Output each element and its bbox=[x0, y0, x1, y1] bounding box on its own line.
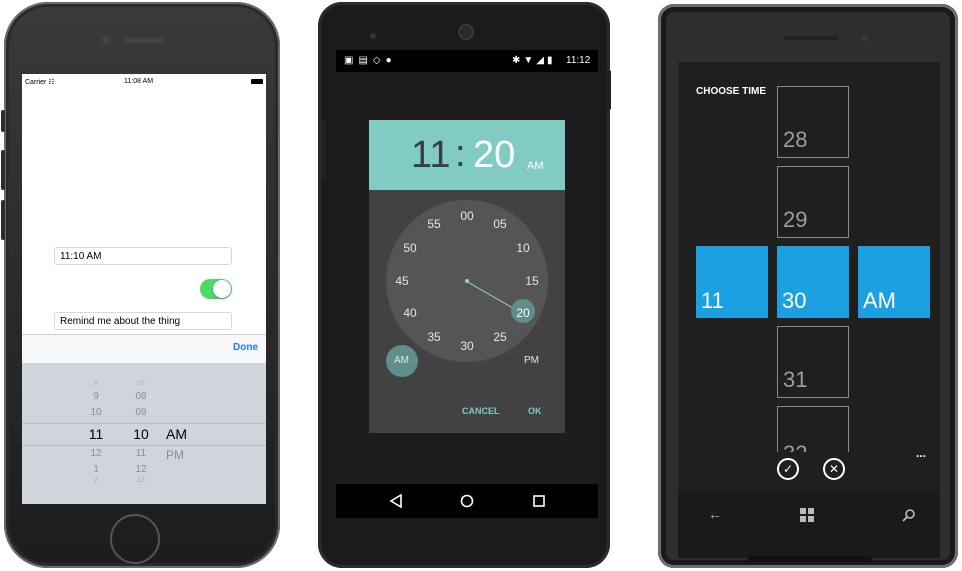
picker-minute[interactable]: 13 bbox=[126, 477, 156, 484]
dial-number[interactable]: 50 bbox=[399, 241, 421, 255]
picker-minute[interactable]: 07 bbox=[126, 380, 156, 387]
dial-number[interactable]: 25 bbox=[489, 330, 511, 344]
iphone-home-button[interactable] bbox=[110, 514, 160, 564]
dial-number[interactable]: 45 bbox=[391, 274, 413, 288]
ios-status-time: 11:08 AM bbox=[124, 78, 154, 85]
ios-screen: Carrier ☷ 11:08 AM 11:10 AM Remind me ab… bbox=[22, 74, 266, 504]
ios-carrier: Carrier ☷ bbox=[25, 79, 55, 86]
dial-number[interactable]: 10 bbox=[512, 241, 534, 255]
windows-logo-icon[interactable] bbox=[800, 508, 814, 522]
dial-number[interactable]: 55 bbox=[423, 217, 445, 231]
picker-minute[interactable]: 09 bbox=[126, 407, 156, 418]
cancel-icon[interactable]: ✕ bbox=[823, 458, 845, 480]
picker-hour[interactable]: 2 bbox=[81, 477, 111, 484]
android-status-time: 11:12 bbox=[566, 55, 591, 66]
period-cell-selected[interactable]: AM bbox=[858, 246, 930, 318]
iphone-camera bbox=[102, 36, 110, 44]
picker-period[interactable]: PM bbox=[166, 448, 196, 462]
home-icon[interactable] bbox=[460, 494, 474, 508]
toggle-knob bbox=[213, 280, 231, 298]
more-button[interactable]: ... bbox=[916, 446, 926, 460]
android-power-button bbox=[607, 70, 611, 110]
battery-icon bbox=[251, 79, 263, 84]
wp-bottom-bezel bbox=[748, 556, 872, 562]
wp-speaker bbox=[784, 36, 838, 40]
android-nav-bar bbox=[336, 484, 598, 518]
picker-period-selected[interactable]: AM bbox=[166, 426, 196, 442]
back-arrow-icon[interactable]: ← bbox=[708, 506, 722, 522]
dial-number[interactable]: 00 bbox=[456, 209, 478, 223]
search-icon[interactable] bbox=[902, 508, 916, 522]
header-period[interactable]: AM bbox=[527, 160, 544, 172]
am-label: AM bbox=[394, 355, 409, 366]
minute-cell[interactable]: 28 bbox=[777, 86, 849, 158]
notification-icons: ▣▤◇● bbox=[344, 55, 397, 66]
dial-number[interactable]: 05 bbox=[489, 217, 511, 231]
picker-minute[interactable]: 08 bbox=[126, 391, 156, 402]
choose-time-title: CHOOSE TIME bbox=[696, 86, 767, 97]
iphone-volume-up bbox=[1, 150, 5, 190]
reminder-toggle[interactable] bbox=[200, 279, 232, 299]
android-volume-rocker bbox=[321, 120, 325, 180]
android-sensor bbox=[370, 33, 376, 39]
android-screen: ▣▤◇● ✱▼◢▮ 11:12 11 : 20 AM 00 05 10 15 2… bbox=[336, 50, 598, 518]
dial-number[interactable]: 35 bbox=[423, 330, 445, 344]
wp-app-bar: ✓ ✕ ... bbox=[678, 446, 940, 492]
accept-icon[interactable]: ✓ bbox=[777, 458, 799, 480]
signal-icons: ✱▼◢▮ bbox=[512, 55, 556, 66]
dial-number[interactable]: 15 bbox=[521, 274, 543, 288]
picker-minute[interactable]: 11 bbox=[126, 448, 156, 459]
ok-button[interactable]: OK bbox=[528, 406, 542, 416]
hour-cell-selected[interactable]: 11 bbox=[696, 246, 768, 318]
back-icon[interactable] bbox=[389, 494, 403, 508]
picker-selection-bottom bbox=[22, 445, 266, 446]
picker-minute-selected[interactable]: 10 bbox=[126, 426, 156, 442]
picker-minute[interactable]: 12 bbox=[126, 464, 156, 475]
picker-hour-selected[interactable]: 11 bbox=[81, 426, 111, 442]
wp-hardware-buttons: ← bbox=[678, 492, 940, 558]
am-button[interactable]: AM bbox=[386, 345, 418, 377]
android-camera bbox=[458, 24, 474, 40]
android-status-bar: ▣▤◇● ✱▼◢▮ 11:12 bbox=[336, 50, 598, 72]
dial-number[interactable]: 30 bbox=[456, 339, 478, 353]
dial-number-selected[interactable]: 20 bbox=[512, 306, 534, 320]
done-button[interactable]: Done bbox=[233, 342, 258, 353]
iphone-volume-down bbox=[1, 200, 5, 240]
picker-toolbar: Done bbox=[22, 334, 266, 363]
minute-cell-selected[interactable]: 30 bbox=[777, 246, 849, 318]
picker-hour[interactable]: 8 bbox=[81, 380, 111, 387]
time-entry-field[interactable]: 11:10 AM bbox=[54, 247, 232, 265]
picker-hour[interactable]: 1 bbox=[81, 464, 111, 475]
wp-camera bbox=[862, 35, 868, 41]
header-hour[interactable]: 11 bbox=[411, 134, 450, 177]
minute-cell[interactable]: 29 bbox=[777, 166, 849, 238]
recents-icon[interactable] bbox=[532, 494, 546, 508]
header-minute[interactable]: 20 bbox=[473, 134, 515, 177]
clock-dial[interactable]: 00 05 10 15 20 25 30 35 40 45 50 55 bbox=[386, 200, 548, 362]
picker-selection-top bbox=[22, 423, 266, 424]
wifi-icon: ☷ bbox=[48, 79, 55, 86]
header-separator: : bbox=[455, 133, 466, 175]
time-picker-header: 11 : 20 AM bbox=[369, 120, 565, 190]
cancel-button[interactable]: CANCEL bbox=[462, 406, 500, 416]
minute-cell[interactable]: 32 bbox=[777, 406, 849, 454]
minute-cell[interactable]: 31 bbox=[777, 326, 849, 398]
picker-hour[interactable]: 10 bbox=[81, 407, 111, 418]
reminder-text-field[interactable]: Remind me about the thing bbox=[54, 312, 232, 330]
wp-screen: CHOOSE TIME 28 29 11 30 AM 31 32 ✓ ✕ ... bbox=[678, 62, 940, 492]
picker-hour[interactable]: 12 bbox=[81, 448, 111, 459]
picker-hour[interactable]: 9 bbox=[81, 391, 111, 402]
iphone-speaker bbox=[124, 38, 164, 43]
time-picker-wheel[interactable]: 8 9 10 11 12 1 2 07 08 09 10 11 12 13 AM… bbox=[22, 363, 266, 504]
clock-hand bbox=[466, 281, 513, 308]
iphone-mute-switch bbox=[1, 110, 5, 132]
dial-number[interactable]: 40 bbox=[399, 306, 421, 320]
time-picker-dialog: 11 : 20 AM 00 05 10 15 20 25 30 35 40 45… bbox=[369, 120, 565, 433]
pm-button[interactable]: PM bbox=[524, 355, 539, 366]
